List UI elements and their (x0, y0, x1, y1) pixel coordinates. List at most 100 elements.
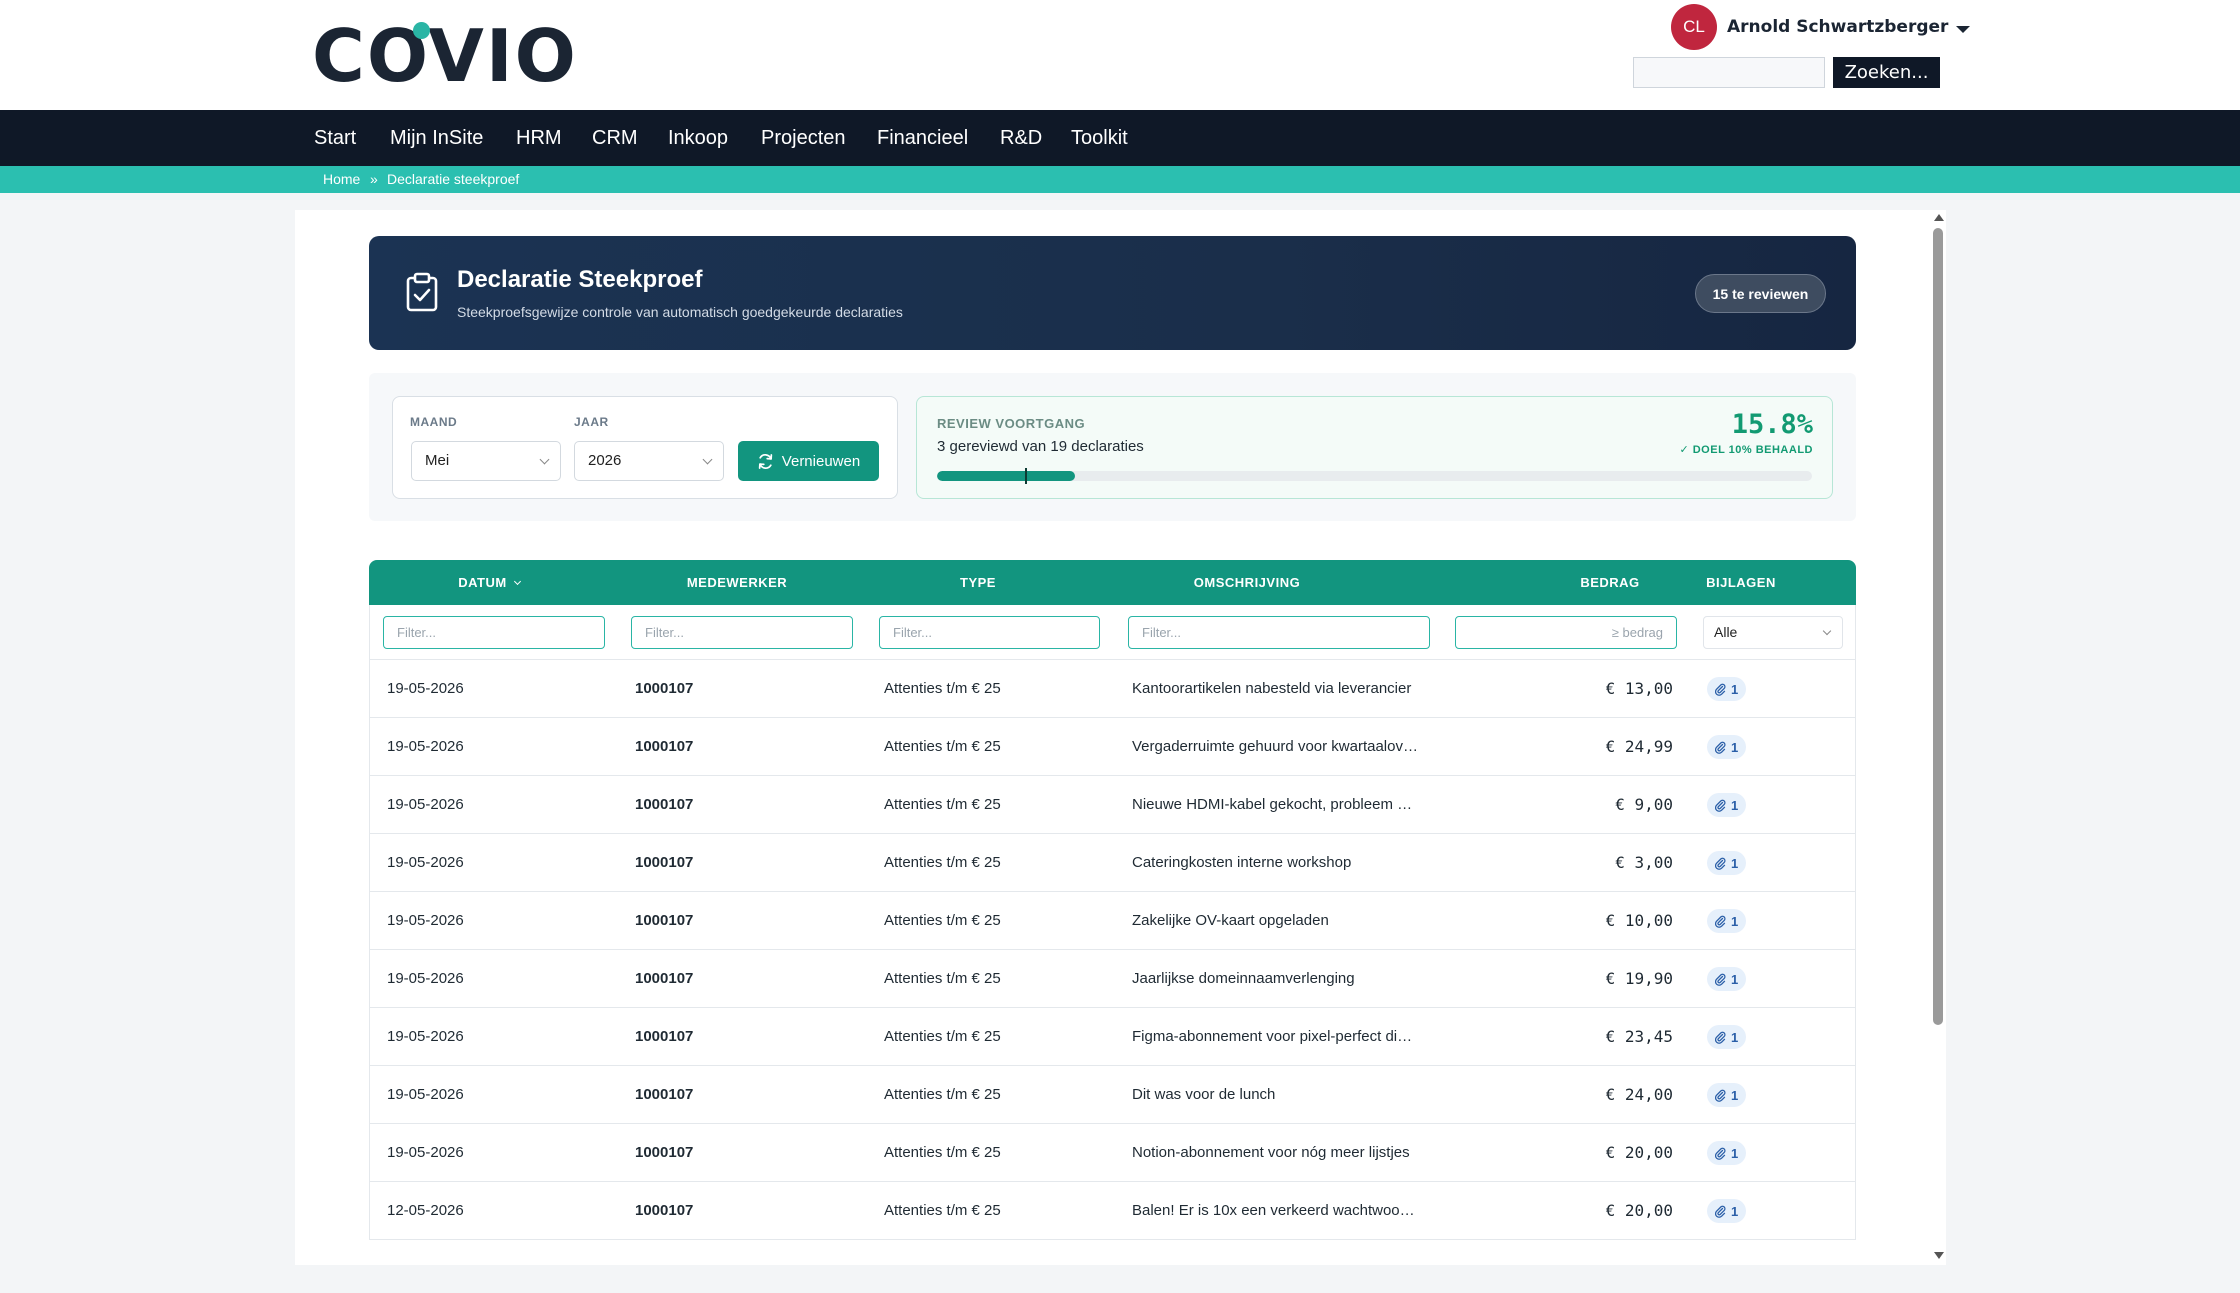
cell-employee: 1000107 (635, 680, 694, 697)
sort-down-icon (513, 577, 521, 586)
table-header: DATUM MEDEWERKER TYPE OMSCHRIJVING BEDRA… (369, 560, 1856, 605)
cell-employee: 1000107 (635, 854, 694, 871)
filter-bijlagen-select[interactable]: Alle (1703, 616, 1843, 649)
breadcrumb-current: Declaratie steekproef (387, 171, 520, 187)
cell-description: Notion-abonnement voor nóg meer lijstjes (1132, 1144, 1410, 1161)
covio-logo[interactable]: COVIO (312, 18, 578, 94)
nav-item-start[interactable]: Start (314, 110, 356, 166)
filter-bedrag-input[interactable]: ≥ bedrag (1455, 616, 1677, 649)
cell-amount: € 10,00 (1605, 911, 1673, 930)
attachment-badge[interactable]: 1 (1707, 967, 1747, 991)
page-subtitle: Steekproefsgewijze controle van automati… (457, 304, 903, 320)
month-label: MAAND (410, 415, 458, 429)
attachment-count: 1 (1731, 913, 1739, 929)
column-header-bijlagen[interactable]: BIJLAGEN (1671, 560, 1811, 605)
attachment-count: 1 (1731, 971, 1739, 987)
attachment-badge[interactable]: 1 (1707, 1141, 1747, 1165)
column-header-bedrag[interactable]: BEDRAG (1560, 560, 1660, 605)
chevron-down-icon (1822, 626, 1832, 636)
nav-item-mijn-insite[interactable]: Mijn InSite (390, 110, 483, 166)
nav-item-inkoop[interactable]: Inkoop (668, 110, 728, 166)
table-row[interactable]: 19-05-2026 1000107 Attenties t/m € 25 Zakel… (369, 892, 1856, 950)
cell-type: Attenties t/m € 25 (884, 738, 1001, 755)
scroll-down-arrow-icon[interactable] (1934, 1252, 1944, 1259)
attachment-count: 1 (1731, 1145, 1739, 1161)
attachment-badge[interactable]: 1 (1707, 677, 1747, 701)
nav-item-hrm[interactable]: HRM (516, 110, 562, 166)
attachment-badge[interactable]: 1 (1707, 909, 1747, 933)
attachment-badge[interactable]: 1 (1707, 1199, 1747, 1223)
attachment-badge[interactable]: 1 (1707, 735, 1747, 759)
cell-type: Attenties t/m € 25 (884, 970, 1001, 987)
filter-omschrijving-input[interactable]: Filter... (1128, 616, 1430, 649)
column-header-datum[interactable]: DATUM (429, 560, 549, 605)
year-select[interactable]: 2026 (574, 441, 724, 481)
column-header-medewerker[interactable]: MEDEWERKER (677, 560, 797, 605)
table-row[interactable]: 19-05-2026 1000107 Attenties t/m € 25 Verga… (369, 718, 1856, 776)
cell-amount: € 20,00 (1605, 1143, 1673, 1162)
filter-medewerker-input[interactable]: Filter... (631, 616, 853, 649)
main-nav: Start Mijn InSite HRM CRM Inkoop Project… (0, 110, 2240, 166)
nav-item-projecten[interactable]: Projecten (761, 110, 846, 166)
user-menu[interactable]: CL Arnold Schwartzberger (1671, 4, 1971, 50)
attachment-badge[interactable]: 1 (1707, 851, 1747, 875)
progress-percent: 15.8% (1731, 409, 1813, 440)
cell-type: Attenties t/m € 25 (884, 796, 1001, 813)
table-row[interactable]: 19-05-2026 1000107 Attenties t/m € 25 Nieuw… (369, 776, 1856, 834)
review-progress-card: REVIEW VOORTGANG 3 gereviewd van 19 decl… (916, 396, 1833, 499)
review-count-badge: 15 te reviewen (1695, 274, 1826, 313)
progress-bar-fill (937, 471, 1076, 481)
cell-type: Attenties t/m € 25 (884, 854, 1001, 871)
table-row[interactable]: 19-05-2026 1000107 Attenties t/m € 25 Kanto… (369, 660, 1856, 718)
cell-date: 12-05-2026 (387, 1202, 464, 1219)
logo-text: COVIO (312, 14, 578, 98)
breadcrumb-home[interactable]: Home (323, 166, 360, 193)
cell-description: Balen! Er is 10x een verkeerd wachtwoo… (1132, 1202, 1415, 1219)
search-button[interactable]: Zoeken... (1833, 57, 1940, 88)
paperclip-icon (1715, 857, 1726, 870)
caret-down-icon (1956, 25, 1971, 33)
cell-amount: € 9,00 (1615, 795, 1673, 814)
cell-employee: 1000107 (635, 1086, 694, 1103)
table-row[interactable]: 19-05-2026 1000107 Attenties t/m € 25 Cater… (369, 834, 1856, 892)
top-bar: COVIO CL Arnold Schwartzberger Zoeken... (0, 0, 2240, 110)
table-row[interactable]: 19-05-2026 1000107 Attenties t/m € 25 Figma… (369, 1008, 1856, 1066)
nav-item-rnd[interactable]: R&D (1000, 110, 1042, 166)
attachment-badge[interactable]: 1 (1707, 1083, 1747, 1107)
cell-date: 19-05-2026 (387, 970, 464, 987)
filter-datum-input[interactable]: Filter... (383, 616, 605, 649)
table-row[interactable]: 19-05-2026 1000107 Attenties t/m € 25 Notio… (369, 1124, 1856, 1182)
refresh-button[interactable]: Vernieuwen (738, 441, 879, 481)
chevron-down-icon (702, 454, 713, 465)
filter-bijlagen-value: Alle (1714, 624, 1738, 640)
logo-dot-icon (413, 22, 430, 39)
cell-employee: 1000107 (635, 970, 694, 987)
cell-amount: € 24,99 (1605, 737, 1673, 756)
filter-type-input[interactable]: Filter... (879, 616, 1100, 649)
nav-item-financieel[interactable]: Financieel (877, 110, 968, 166)
month-value: Mei (425, 452, 450, 469)
scrollbar-thumb[interactable] (1933, 228, 1943, 1025)
paperclip-icon (1715, 1031, 1726, 1044)
cell-amount: € 24,00 (1605, 1085, 1673, 1104)
attachment-badge[interactable]: 1 (1707, 1025, 1747, 1049)
attachment-count: 1 (1731, 739, 1739, 755)
breadcrumb-separator: » (370, 171, 378, 187)
search-input[interactable] (1633, 57, 1825, 88)
scroll-up-arrow-icon[interactable] (1934, 214, 1944, 221)
table-row[interactable]: 12-05-2026 1000107 Attenties t/m € 25 Balen… (369, 1182, 1856, 1240)
column-header-type[interactable]: TYPE (918, 560, 1038, 605)
table-row[interactable]: 19-05-2026 1000107 Attenties t/m € 25 Dit w… (369, 1066, 1856, 1124)
column-header-omschrijving[interactable]: OMSCHRIJVING (1187, 560, 1307, 605)
cell-type: Attenties t/m € 25 (884, 1086, 1001, 1103)
cell-type: Attenties t/m € 25 (884, 680, 1001, 697)
paperclip-icon (1715, 1205, 1726, 1218)
month-select[interactable]: Mei (411, 441, 561, 481)
page-header-card: Declaratie Steekproef Steekproefsgewijze… (369, 236, 1856, 350)
cell-type: Attenties t/m € 25 (884, 1144, 1001, 1161)
table-row[interactable]: 19-05-2026 1000107 Attenties t/m € 25 Jaarl… (369, 950, 1856, 1008)
refresh-label: Vernieuwen (781, 452, 861, 470)
nav-item-toolkit[interactable]: Toolkit (1071, 110, 1128, 166)
nav-item-crm[interactable]: CRM (592, 110, 638, 166)
attachment-badge[interactable]: 1 (1707, 793, 1747, 817)
